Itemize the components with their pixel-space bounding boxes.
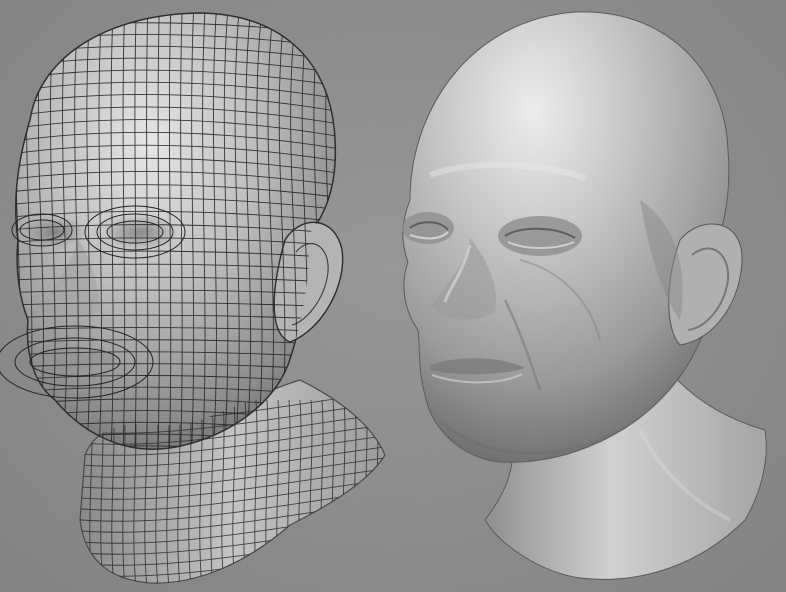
mesh-edge xyxy=(337,0,344,460)
sculpted-head xyxy=(402,11,767,580)
mesh-edge xyxy=(375,399,380,584)
mesh-edge xyxy=(2,0,10,460)
scene-illustration xyxy=(0,0,767,584)
render-canvas xyxy=(0,0,786,592)
wireframe-head xyxy=(0,0,386,584)
